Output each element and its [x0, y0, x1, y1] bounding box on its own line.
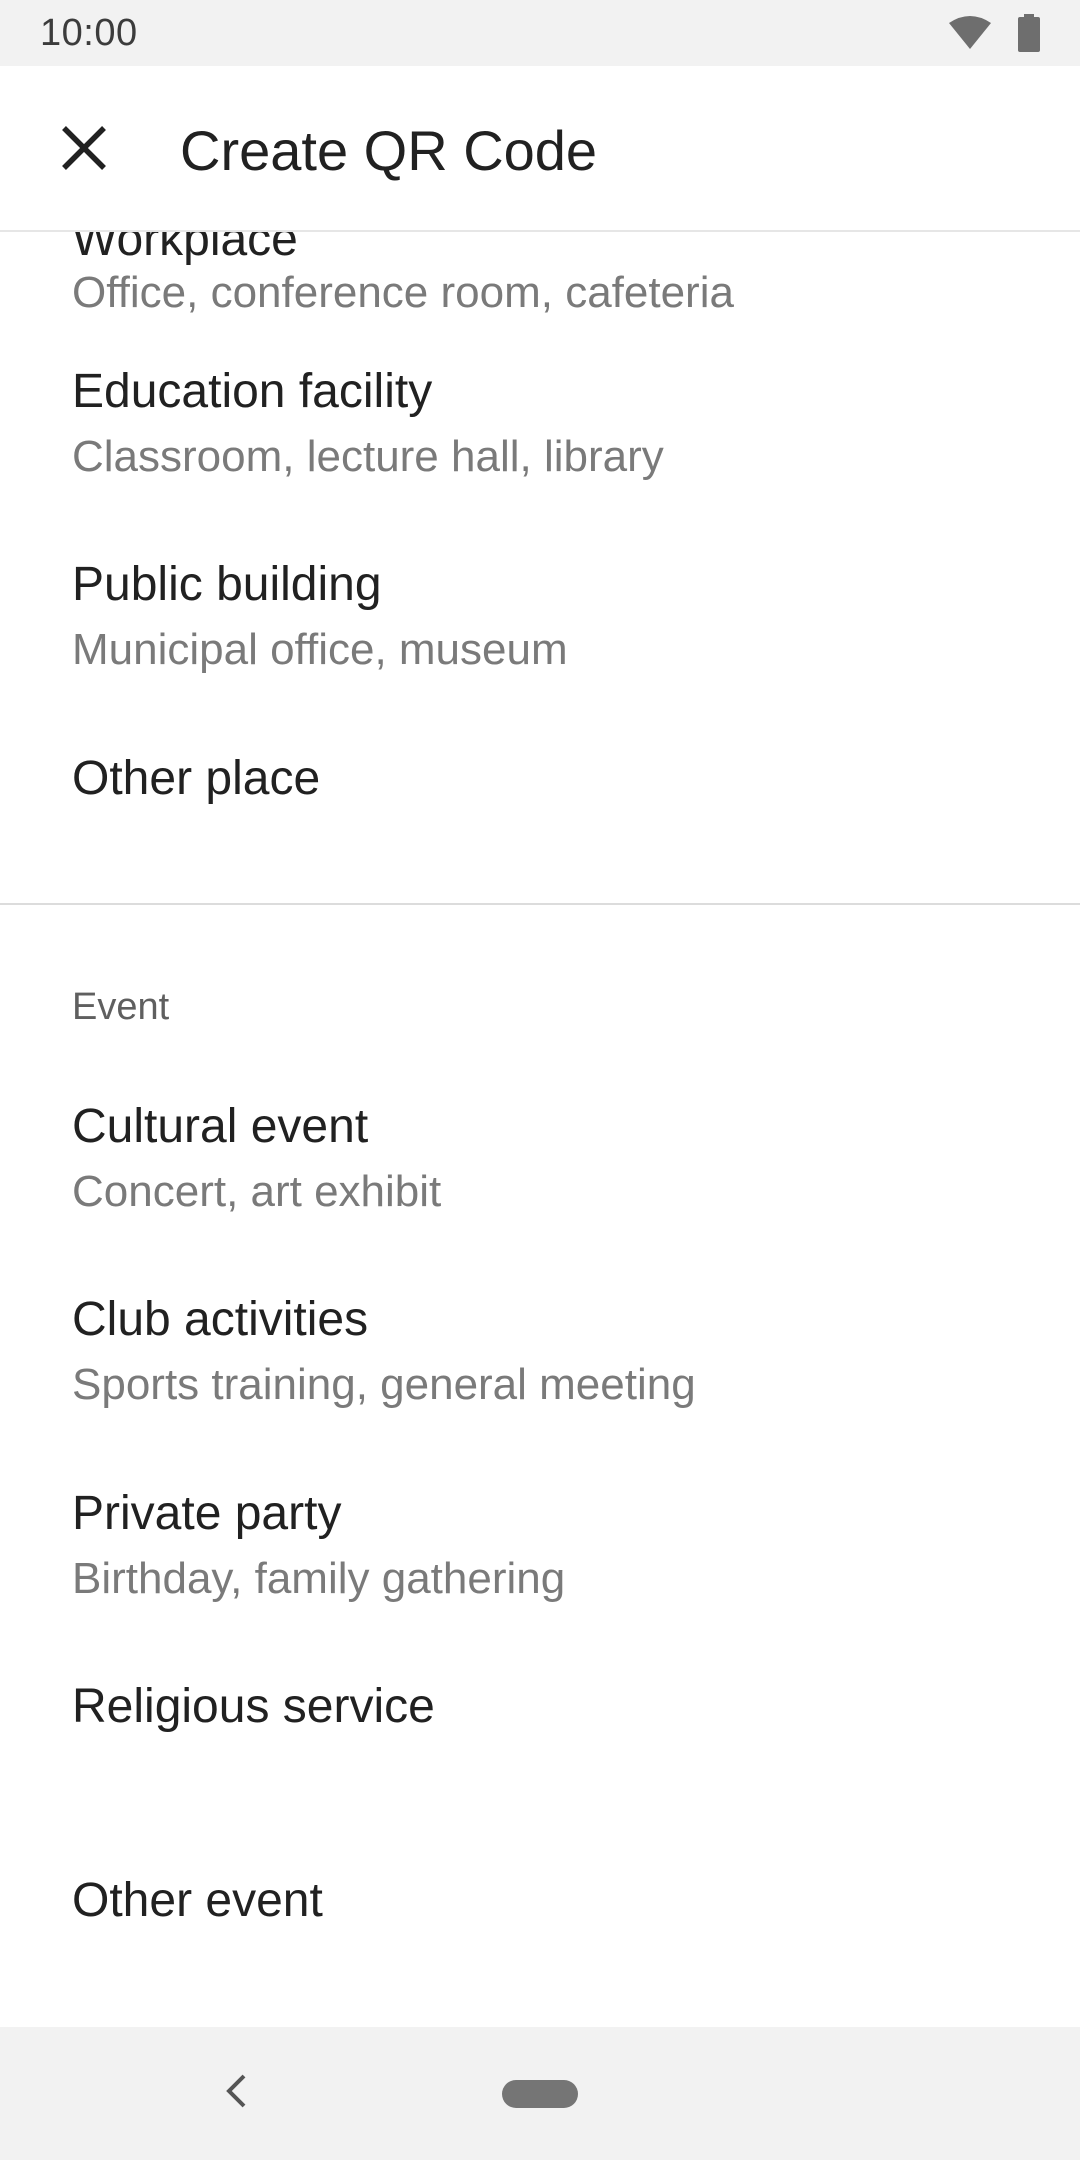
- item-title: Cultural event: [72, 1100, 369, 1153]
- list-item-other-place[interactable]: Other place: [0, 737, 1080, 907]
- item-subtitle: Concert, art exhibit: [72, 1167, 442, 1216]
- item-title: Other place: [72, 752, 321, 805]
- battery-icon: [1018, 14, 1040, 57]
- home-pill-icon[interactable]: [502, 2080, 578, 2108]
- item-title: Religious service: [72, 1680, 435, 1733]
- list-item-religious-service[interactable]: Religious service: [0, 1665, 1080, 1845]
- back-icon: [224, 2073, 248, 2114]
- status-bar: 10:00: [0, 0, 1080, 66]
- list-item-education-facility[interactable]: Education facility Classroom, lecture ha…: [0, 350, 1080, 530]
- item-title: Other event: [72, 1874, 323, 1927]
- list-item-workplace[interactable]: Workplace Office, conference room, cafet…: [0, 232, 1080, 332]
- system-nav-bar: [0, 2027, 1080, 2160]
- section-divider: [0, 903, 1080, 905]
- item-subtitle: Birthday, family gathering: [72, 1554, 566, 1603]
- close-icon: [60, 124, 108, 177]
- close-button[interactable]: [42, 108, 126, 192]
- app-bar: Create QR Code: [0, 66, 1080, 232]
- page-title: Create QR Code: [180, 119, 598, 182]
- location-type-list[interactable]: Workplace Office, conference room, cafet…: [0, 232, 1080, 2027]
- section-header-event: Event: [72, 986, 170, 1028]
- item-title: Public building: [72, 558, 382, 611]
- status-time: 10:00: [40, 12, 138, 54]
- wifi-icon: [948, 15, 992, 56]
- list-item-other-event[interactable]: Other event: [0, 1859, 1080, 2027]
- status-icons: [948, 14, 1040, 57]
- item-title: Private party: [72, 1487, 342, 1540]
- list-item-private-party[interactable]: Private party Birthday, family gathering: [0, 1472, 1080, 1652]
- item-subtitle: Sports training, general meeting: [72, 1360, 696, 1409]
- item-subtitle: Office, conference room, cafeteria: [72, 268, 734, 317]
- item-subtitle: Classroom, lecture hall, library: [72, 432, 664, 481]
- list-item-cultural-event[interactable]: Cultural event Concert, art exhibit: [0, 1085, 1080, 1265]
- item-title: Workplace: [72, 232, 298, 266]
- list-item-club-activities[interactable]: Club activities Sports training, general…: [0, 1278, 1080, 1458]
- item-title: Club activities: [72, 1293, 369, 1346]
- list-item-public-building[interactable]: Public building Municipal office, museum: [0, 543, 1080, 723]
- item-title: Education facility: [72, 365, 433, 418]
- nav-back-button[interactable]: [206, 2057, 266, 2129]
- item-subtitle: Municipal office, museum: [72, 625, 568, 674]
